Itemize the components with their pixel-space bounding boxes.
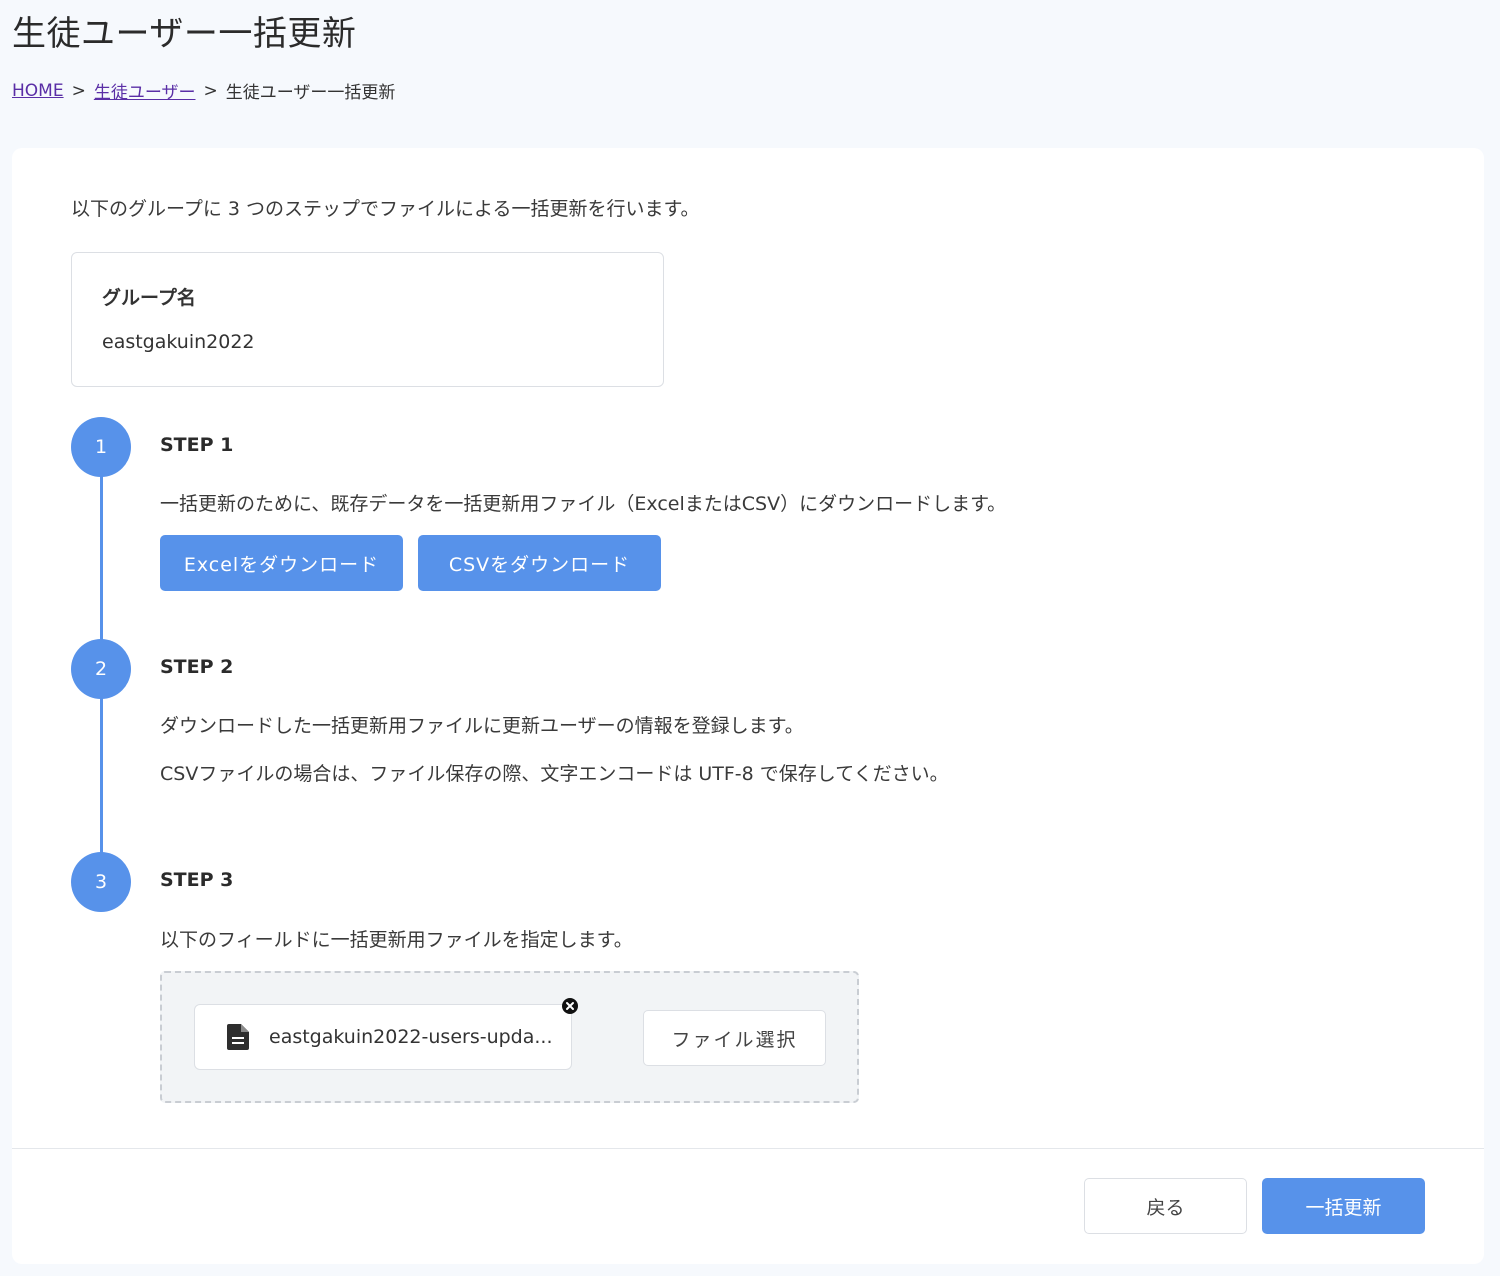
group-name-value: eastgakuin2022 [102, 331, 255, 353]
step-3-title: STEP 3 [160, 869, 234, 891]
download-csv-button[interactable]: CSVをダウンロード [418, 535, 661, 591]
timeline-connector [100, 476, 103, 640]
intro-text: 以下のグループに 3 つのステップでファイルによる一括更新を行います。 [71, 198, 700, 220]
timeline-connector [100, 698, 103, 853]
step-1-title: STEP 1 [160, 434, 234, 456]
step-1-number: 1 [71, 417, 131, 477]
breadcrumb-current: 生徒ユーザー一括更新 [225, 83, 396, 103]
step-2-number: 2 [71, 639, 131, 699]
remove-file-icon[interactable] [562, 998, 578, 1014]
step-3-text: 以下のフィールドに一括更新用ファイルを指定します。 [160, 929, 633, 951]
bulk-update-button[interactable]: 一括更新 [1262, 1178, 1425, 1234]
step-3-number: 3 [71, 852, 131, 912]
footer-divider [12, 1148, 1484, 1149]
main-card: 以下のグループに 3 つのステップでファイルによる一括更新を行います。 グループ… [12, 148, 1484, 1264]
step-1-text: 一括更新のために、既存データを一括更新用ファイル（ExcelまたはCSV）にダウ… [160, 493, 1007, 515]
download-excel-button[interactable]: Excelをダウンロード [160, 535, 403, 591]
step-2-text: ダウンロードした一括更新用ファイルに更新ユーザーの情報を登録します。 [160, 715, 804, 737]
breadcrumb-home-link[interactable]: HOME [12, 81, 64, 101]
step-2-title: STEP 2 [160, 656, 234, 678]
file-select-button[interactable]: ファイル選択 [643, 1010, 826, 1066]
breadcrumb-parent-link[interactable]: 生徒ユーザー [94, 78, 196, 103]
selected-file-name: eastgakuin2022-users-upda... [269, 1026, 553, 1048]
document-icon [227, 1024, 249, 1050]
group-info-box: グループ名 eastgakuin2022 [71, 252, 664, 387]
page-title: 生徒ユーザー一括更新 [12, 14, 357, 54]
file-drop-zone[interactable]: eastgakuin2022-users-upda... ファイル選択 [160, 971, 859, 1103]
breadcrumb-separator: > [71, 80, 86, 101]
breadcrumb-separator: > [203, 80, 218, 101]
group-name-label: グループ名 [102, 287, 196, 309]
selected-file-chip: eastgakuin2022-users-upda... [194, 1004, 572, 1070]
step-2-note: CSVファイルの場合は、ファイル保存の際、文字エンコードは UTF-8 で保存し… [160, 763, 949, 785]
back-button[interactable]: 戻る [1084, 1178, 1247, 1234]
breadcrumb: HOME > 生徒ユーザー > 生徒ユーザー一括更新 [12, 78, 396, 104]
